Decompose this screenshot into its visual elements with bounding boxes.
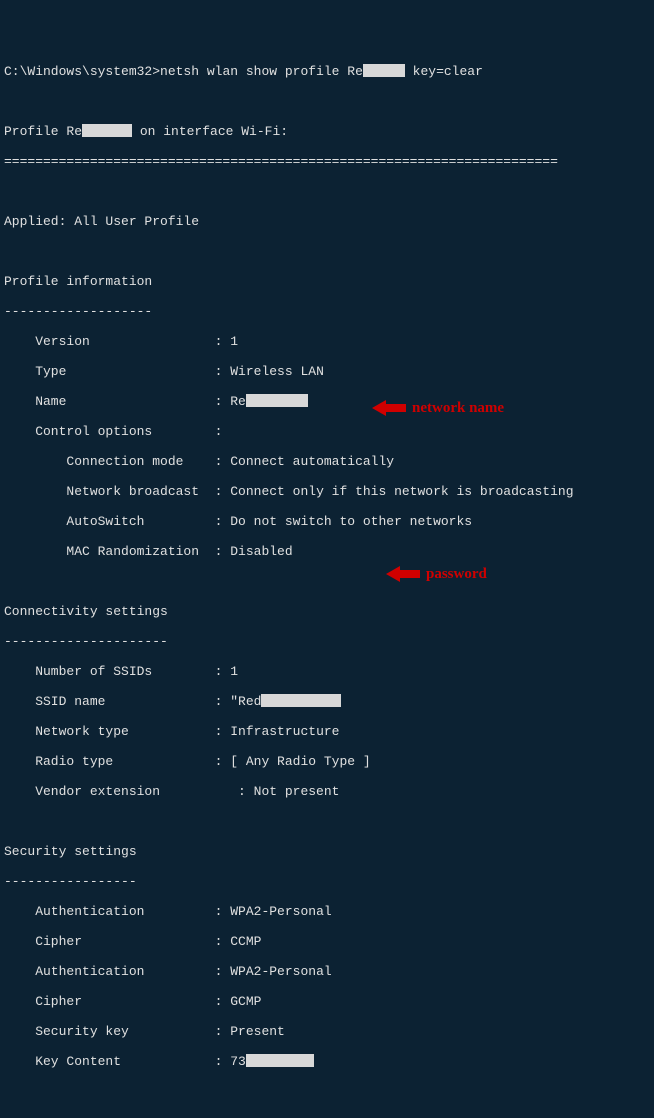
redacted-block bbox=[363, 64, 405, 77]
section-title: Profile information bbox=[4, 274, 650, 289]
row-radio-type: Radio type : [ Any Radio Type ] bbox=[4, 754, 650, 769]
redacted-block bbox=[82, 124, 132, 137]
annotation-ssid: network name bbox=[372, 370, 504, 446]
row-autoswitch: AutoSwitch : Do not switch to other netw… bbox=[4, 514, 650, 529]
arrow-icon bbox=[372, 370, 406, 446]
blank-line bbox=[4, 574, 650, 589]
row-auth1: Authentication : WPA2-Personal bbox=[4, 904, 650, 919]
row-security-key: Security key : Present bbox=[4, 1024, 650, 1039]
row-network-type: Network type : Infrastructure bbox=[4, 724, 650, 739]
applied-line: Applied: All User Profile bbox=[4, 214, 650, 229]
blank-line bbox=[4, 94, 650, 109]
redacted-block bbox=[261, 694, 341, 707]
separator: ========================================… bbox=[4, 154, 650, 169]
row-key-content: Key Content : 73 bbox=[4, 1054, 650, 1069]
row-cipher1: Cipher : CCMP bbox=[4, 934, 650, 949]
section-title: Connectivity settings bbox=[4, 604, 650, 619]
arrow-icon bbox=[386, 536, 420, 612]
blank-line bbox=[4, 814, 650, 829]
command-line: C:\Windows\system32>netsh wlan show prof… bbox=[4, 64, 650, 79]
row-vendor-ext: Vendor extension : Not present bbox=[4, 784, 650, 799]
prompt-path: C:\Windows\system32> bbox=[4, 64, 160, 79]
blank-line bbox=[4, 184, 650, 199]
row-auth2: Authentication : WPA2-Personal bbox=[4, 964, 650, 979]
row-broadcast: Network broadcast : Connect only if this… bbox=[4, 484, 650, 499]
row-mac: MAC Randomization : Disabled bbox=[4, 544, 650, 559]
row-name: Name : Re bbox=[4, 394, 650, 409]
row-control-options: Control options : bbox=[4, 424, 650, 439]
profile-header: Profile Re on interface Wi-Fi: bbox=[4, 124, 650, 139]
section-dash: ------------------- bbox=[4, 304, 650, 319]
redacted-block bbox=[246, 394, 308, 407]
row-version: Version : 1 bbox=[4, 334, 650, 349]
cmd-suffix: key=clear bbox=[405, 64, 483, 79]
cmd-prefix: netsh wlan show profile Re bbox=[160, 64, 363, 79]
blank-line bbox=[4, 244, 650, 259]
row-type: Type : Wireless LAN bbox=[4, 364, 650, 379]
section-title: Security settings bbox=[4, 844, 650, 859]
annotation-password: password bbox=[386, 536, 487, 612]
row-ssid: SSID name : "Red bbox=[4, 694, 650, 709]
redacted-block bbox=[246, 1054, 314, 1067]
section-dash: --------------------- bbox=[4, 634, 650, 649]
annotation-text: network name bbox=[412, 401, 504, 416]
row-cipher2: Cipher : GCMP bbox=[4, 994, 650, 1009]
section-dash: ----------------- bbox=[4, 874, 650, 889]
row-conn-mode: Connection mode : Connect automatically bbox=[4, 454, 650, 469]
row-num-ssids: Number of SSIDs : 1 bbox=[4, 664, 650, 679]
annotation-text: password bbox=[426, 567, 487, 582]
